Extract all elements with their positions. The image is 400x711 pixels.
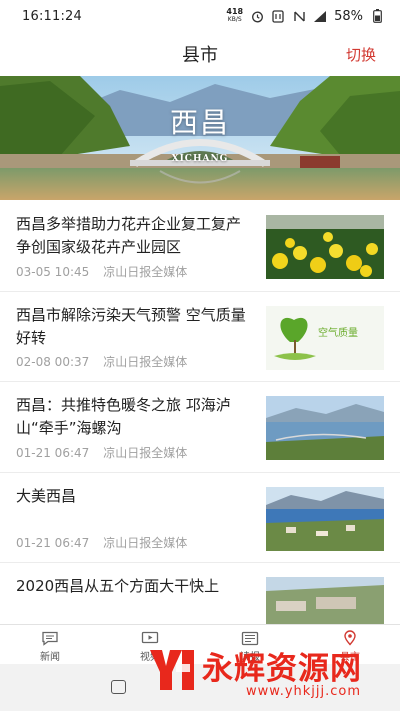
news-date: 02-08 00:37 [16,355,90,369]
alarm-icon [250,9,264,23]
news-source: 凉山日报全媒体 [103,445,188,460]
news-meta: 01-21 06:47 凉山日报全媒体 [16,534,187,551]
mute-icon [292,9,306,23]
news-source: 凉山日报全媒体 [103,355,188,369]
news-thumbnail [266,486,384,551]
tab-label: 新闻 [40,652,60,663]
news-title: 西昌多举措助力花卉企业复工复产 争创国家级花卉产业园区 [16,215,242,256]
news-date: 03-05 10:45 [16,264,90,279]
news-title: 西昌：共推特色暖冬之旅 邛海泸山“牵手”海螺沟 [16,396,231,437]
battery-icon [370,9,384,23]
news-item[interactable]: 西昌多举措助力花卉企业复工复产 争创国家级花卉产业园区 03-05 10:45 凉… [0,201,400,292]
battery-percent: 58% [334,8,363,24]
home-button[interactable] [111,680,126,694]
news-title: 大美西昌 [16,486,77,505]
news-meta: 01-21 06:47 凉山日报全媒体 [16,444,187,461]
thumbnail-text: 空气质量 [318,326,358,339]
news-source: 凉山日报全媒体 [103,536,188,550]
news-meta: 02-08 00:37 凉山日报全媒体 [16,353,187,370]
chat-icon [40,629,60,647]
status-bar: 16:11:24 418 KB/S 58% [0,0,400,32]
nfc-icon [271,9,285,23]
banner-title: 西昌 [169,106,230,139]
news-title: 西昌市解除污染天气预警 空气质量好转 [16,305,246,347]
news-date: 01-21 06:47 [16,536,90,550]
news-list: 西昌多举措助力花卉企业复工复产 争创国家级花卉产业园区 03-05 10:45 凉… [0,201,400,654]
watermark-logo-icon [150,650,194,690]
news-source: 凉山日报全媒体 [103,264,188,279]
status-time: 16:11:24 [22,8,82,24]
news-item[interactable]: 西昌：共推特色暖冬之旅 邛海泸山“牵手”海螺沟 01-21 06:47 凉山日报全… [0,382,400,473]
app-header: 县市 切换 [0,32,400,76]
news-thumbnail [266,396,384,460]
switch-button[interactable]: 切换 [346,44,376,65]
page-title: 县市 [182,45,218,66]
watermark: 永辉资源网 www.yhkjjj.com [146,640,400,711]
signal-4g-icon [313,9,327,23]
net-speed: 418 KB/S [226,7,244,24]
news-date: 01-21 06:47 [16,445,90,460]
news-title: 2020西昌从五个方面大干快上 [16,577,220,595]
banner-image[interactable]: 西昌 XICHANG [0,76,400,200]
banner-subtitle: XICHANG [171,154,229,164]
news-thumbnail: 空气质量 [266,305,384,370]
watermark-url: www.yhkjjj.com [246,684,362,699]
tab-news[interactable]: 新闻 [0,625,100,664]
watermark-text: 永辉资源网 [202,651,362,687]
news-item[interactable]: 大美西昌 01-21 06:47 凉山日报全媒体 [0,473,400,563]
status-icons: 418 KB/S 58% [226,8,384,24]
news-thumbnail [266,215,384,279]
news-meta: 03-05 10:45 凉山日报全媒体 [16,263,187,280]
news-item[interactable]: 西昌市解除污染天气预警 空气质量好转 02-08 00:37 凉山日报全媒体 空气… [0,292,400,382]
